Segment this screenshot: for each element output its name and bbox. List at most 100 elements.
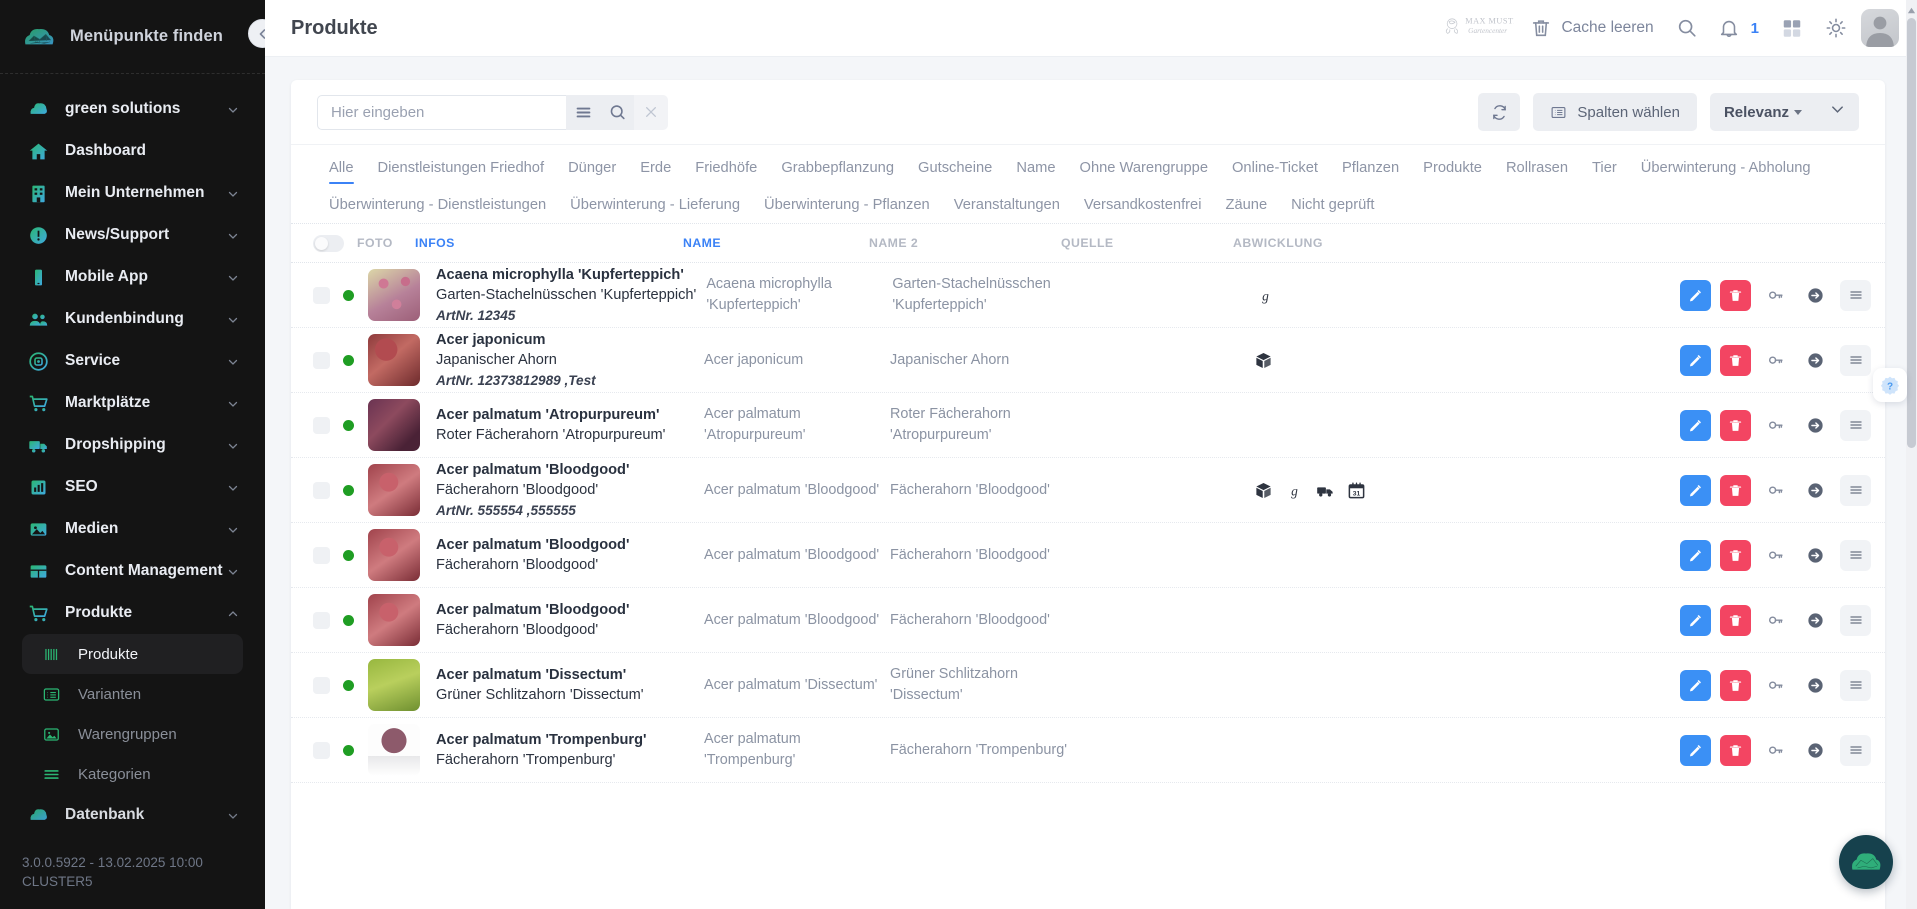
table-row[interactable]: Acer palmatum 'Dissectum' Grüner Schlitza… bbox=[291, 653, 1885, 718]
tab-pflanzen[interactable]: Pflanzen bbox=[1330, 151, 1411, 186]
sidebar-item-dashboard[interactable]: Dashboard bbox=[10, 130, 255, 172]
product-photo[interactable] bbox=[368, 334, 420, 386]
help-button[interactable]: ? bbox=[1873, 368, 1907, 402]
tab-rollrasen[interactable]: Rollrasen bbox=[1494, 151, 1580, 186]
row-checkbox[interactable] bbox=[313, 416, 330, 434]
table-row[interactable]: Acaena microphylla 'Kupferteppich' Garten… bbox=[291, 263, 1885, 328]
tab-duenger[interactable]: Dünger bbox=[556, 151, 628, 186]
delete-button[interactable] bbox=[1720, 734, 1751, 766]
edit-button[interactable] bbox=[1680, 474, 1711, 506]
open-button[interactable] bbox=[1800, 475, 1831, 506]
edit-button[interactable] bbox=[1680, 279, 1711, 311]
chevron-down-icon[interactable] bbox=[1830, 102, 1845, 122]
open-button[interactable] bbox=[1800, 735, 1831, 766]
tab-friedhoefe[interactable]: Friedhöfe bbox=[683, 151, 769, 186]
table-row[interactable]: Acer palmatum 'Trompenburg' Fächerahorn '… bbox=[291, 718, 1885, 783]
notifications-button[interactable]: 1 bbox=[1718, 17, 1759, 39]
sidebar-subitem-kategorien[interactable]: Kategorien bbox=[22, 754, 243, 794]
edit-button[interactable] bbox=[1680, 539, 1711, 571]
sidebar-item-mobile-app[interactable]: Mobile App bbox=[10, 256, 255, 298]
product-photo[interactable] bbox=[368, 594, 420, 646]
row-checkbox[interactable] bbox=[313, 481, 330, 499]
tab-name[interactable]: Name bbox=[1004, 151, 1067, 186]
column-header-name[interactable]: NAME bbox=[683, 236, 869, 250]
row-menu-button[interactable] bbox=[1840, 539, 1871, 571]
product-photo[interactable] bbox=[368, 399, 420, 451]
tab-ueberwinterung-lieferung[interactable]: Überwinterung - Lieferung bbox=[558, 188, 752, 223]
column-header-quelle[interactable]: QUELLE bbox=[1061, 236, 1233, 250]
sidebar-item-medien[interactable]: Medien bbox=[10, 508, 255, 550]
theme-toggle-button[interactable] bbox=[1825, 17, 1847, 39]
scroll-up-arrow-icon[interactable] bbox=[1907, 2, 1916, 20]
row-checkbox[interactable] bbox=[313, 546, 330, 564]
tab-gutscheine[interactable]: Gutscheine bbox=[906, 151, 1004, 186]
search-button[interactable] bbox=[1676, 17, 1698, 39]
delete-button[interactable] bbox=[1720, 539, 1751, 571]
sidebar-item-produkte[interactable]: Produkte bbox=[10, 592, 255, 634]
sidebar-brand[interactable]: Menüpunkte finden bbox=[0, 0, 265, 74]
clear-search-button[interactable] bbox=[634, 94, 668, 130]
filter-list-button[interactable] bbox=[566, 94, 600, 130]
product-photo[interactable] bbox=[368, 464, 420, 516]
sidebar-item-datenbank[interactable]: Datenbank bbox=[10, 794, 255, 836]
sidebar-item-news-support[interactable]: News/Support bbox=[10, 214, 255, 256]
edit-button[interactable] bbox=[1680, 344, 1711, 376]
tab-nicht-geprueft[interactable]: Nicht geprüft bbox=[1279, 188, 1386, 223]
sidebar-item-marktplaetze[interactable]: Marktplätze bbox=[10, 382, 255, 424]
key-button[interactable] bbox=[1760, 540, 1791, 571]
key-button[interactable] bbox=[1760, 670, 1791, 701]
row-checkbox[interactable] bbox=[313, 676, 330, 694]
sidebar-item-mein-unternehmen[interactable]: Mein Unternehmen bbox=[10, 172, 255, 214]
tab-alle[interactable]: Alle bbox=[317, 151, 366, 186]
table-row[interactable]: Acer japonicum Japanischer Ahorn ArtNr. 12… bbox=[291, 328, 1885, 393]
product-photo[interactable] bbox=[368, 269, 420, 321]
cache-clear-button[interactable]: Cache leeren bbox=[1530, 17, 1654, 39]
delete-button[interactable] bbox=[1720, 344, 1751, 376]
table-row[interactable]: Acer palmatum 'Bloodgood' Fächerahorn 'Bl… bbox=[291, 523, 1885, 588]
avatar[interactable] bbox=[1861, 9, 1899, 47]
sidebar-subitem-varianten[interactable]: Varianten bbox=[22, 674, 243, 714]
row-checkbox[interactable] bbox=[313, 741, 330, 759]
edit-button[interactable] bbox=[1680, 734, 1711, 766]
sidebar-item-content-management[interactable]: Content Management bbox=[10, 550, 255, 592]
column-header-name2[interactable]: NAME 2 bbox=[869, 236, 1061, 250]
key-button[interactable] bbox=[1760, 605, 1791, 636]
open-button[interactable] bbox=[1800, 605, 1831, 636]
column-header-abwicklung[interactable]: ABWICKLUNG bbox=[1233, 236, 1871, 250]
tab-ohne-warengruppe[interactable]: Ohne Warengruppe bbox=[1068, 151, 1220, 186]
row-menu-button[interactable] bbox=[1840, 604, 1871, 636]
row-menu-button[interactable] bbox=[1840, 344, 1871, 376]
select-all-toggle[interactable] bbox=[313, 234, 344, 252]
page-scrollbar-thumb[interactable] bbox=[1907, 18, 1916, 448]
product-photo[interactable] bbox=[368, 724, 420, 776]
row-menu-button[interactable] bbox=[1840, 474, 1871, 506]
key-button[interactable] bbox=[1760, 280, 1791, 311]
row-checkbox[interactable] bbox=[313, 286, 330, 304]
row-checkbox[interactable] bbox=[313, 351, 330, 369]
select-columns-button[interactable]: Spalten wählen bbox=[1533, 93, 1697, 131]
open-button[interactable] bbox=[1800, 280, 1831, 311]
sidebar-item-kundenbindung[interactable]: Kundenbindung bbox=[10, 298, 255, 340]
product-photo[interactable] bbox=[368, 529, 420, 581]
tab-ueberwinterung-dienstleistungen[interactable]: Überwinterung - Dienstleistungen bbox=[317, 188, 558, 223]
refresh-button[interactable] bbox=[1478, 93, 1521, 131]
delete-button[interactable] bbox=[1720, 409, 1751, 441]
tab-grabbepflanzung[interactable]: Grabbepflanzung bbox=[769, 151, 906, 186]
edit-button[interactable] bbox=[1680, 604, 1711, 636]
tab-produkte[interactable]: Produkte bbox=[1411, 151, 1494, 186]
sidebar-subitem-produkte[interactable]: Produkte bbox=[22, 634, 243, 674]
key-button[interactable] bbox=[1760, 345, 1791, 376]
key-button[interactable] bbox=[1760, 735, 1791, 766]
tab-versandkostenfrei[interactable]: Versandkostenfrei bbox=[1072, 188, 1214, 223]
open-button[interactable] bbox=[1800, 670, 1831, 701]
tab-ueberwinterung-abholung[interactable]: Überwinterung - Abholung bbox=[1629, 151, 1823, 186]
open-button[interactable] bbox=[1800, 410, 1831, 441]
product-photo[interactable] bbox=[368, 659, 420, 711]
tab-veranstaltungen[interactable]: Veranstaltungen bbox=[942, 188, 1072, 223]
delete-button[interactable] bbox=[1720, 669, 1751, 701]
table-row[interactable]: Acer palmatum 'Bloodgood' Fächerahorn 'Bl… bbox=[291, 458, 1885, 523]
sidebar-item-service[interactable]: Service bbox=[10, 340, 255, 382]
tab-dienstleistungen-friedhof[interactable]: Dienstleistungen Friedhof bbox=[366, 151, 557, 186]
open-button[interactable] bbox=[1800, 540, 1831, 571]
apps-grid-button[interactable] bbox=[1781, 17, 1803, 39]
